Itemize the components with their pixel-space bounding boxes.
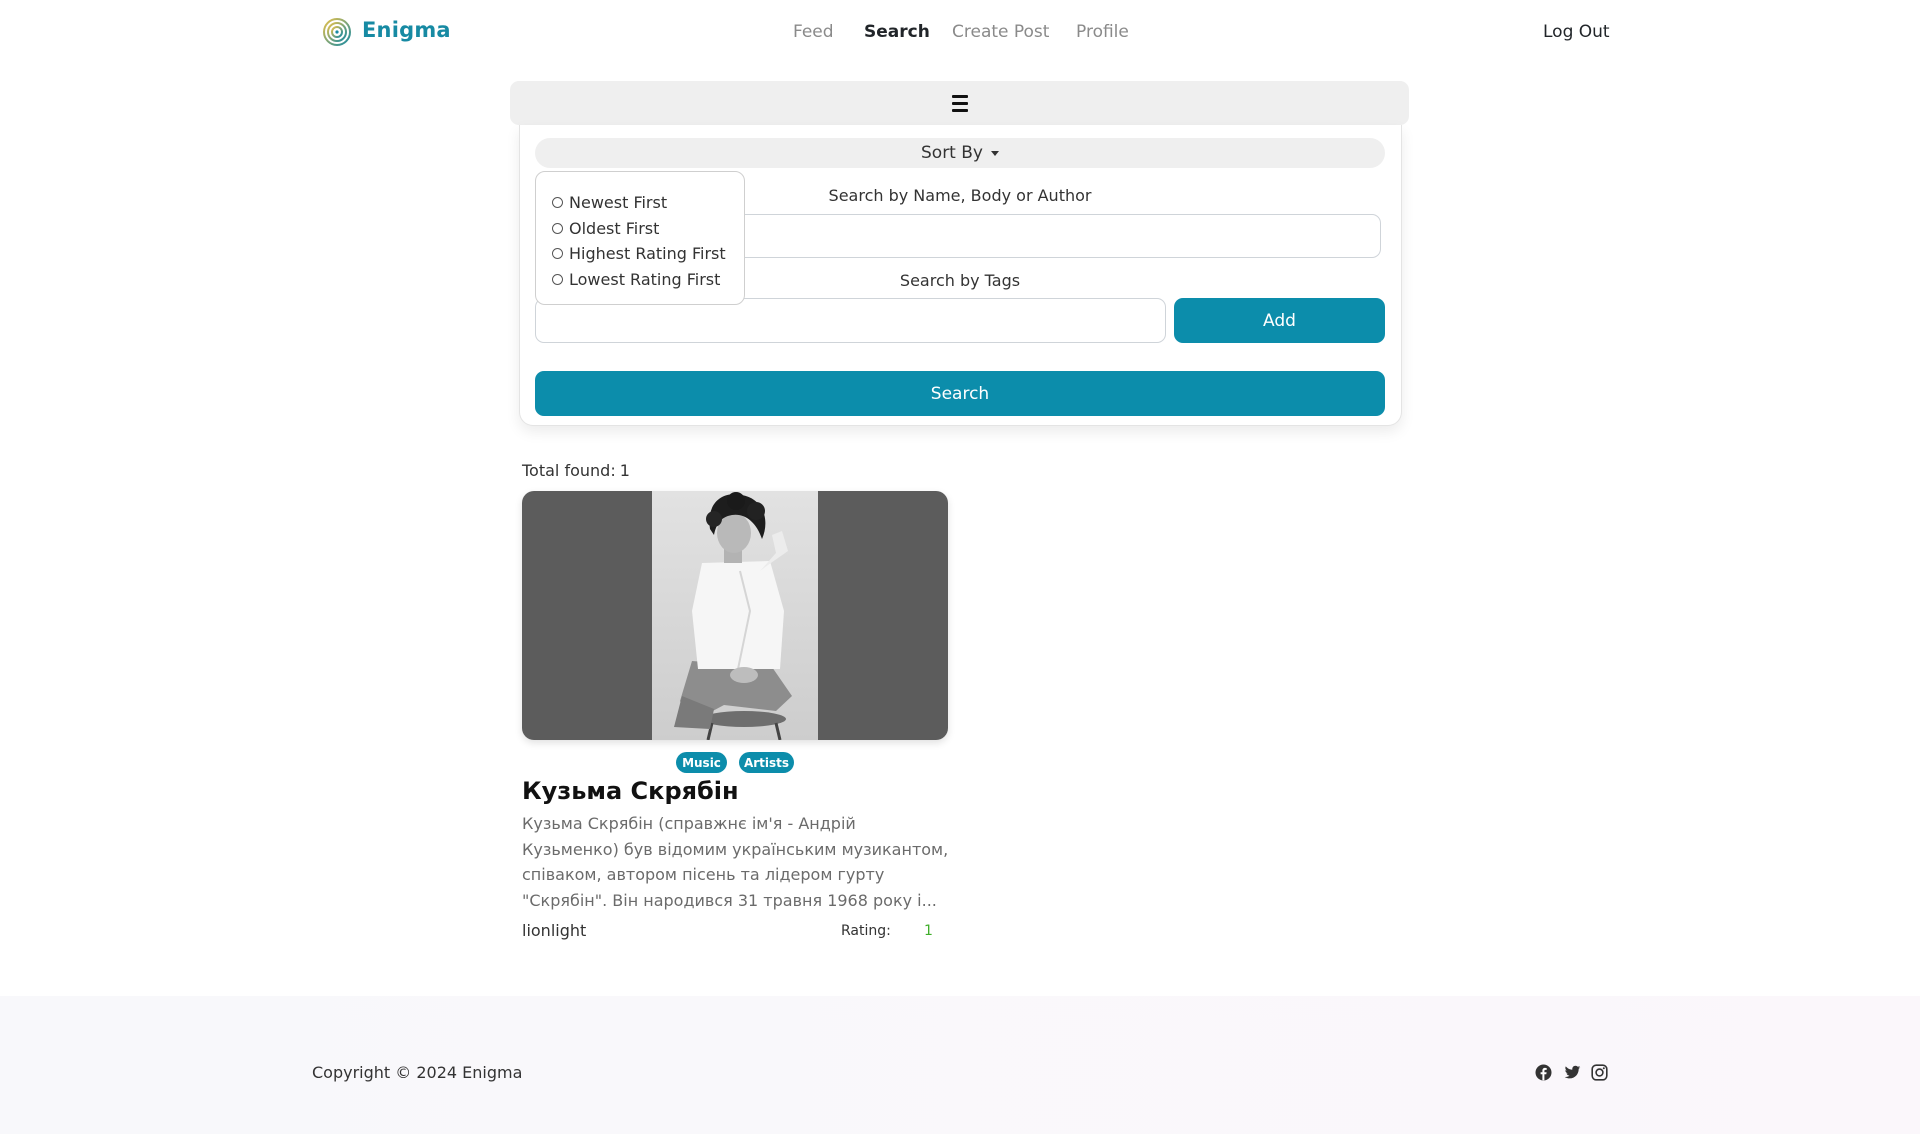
rating-value: 1: [924, 923, 933, 939]
nav-profile-link[interactable]: Profile: [1076, 22, 1129, 42]
post-title[interactable]: Кузьма Скрябін: [522, 777, 739, 805]
total-found-count: 1: [619, 461, 630, 480]
post-image[interactable]: [522, 491, 948, 740]
sort-option-lowest-rating[interactable]: Lowest Rating First: [536, 267, 744, 293]
caret-down-icon: [990, 150, 999, 156]
sort-option-label: Oldest First: [569, 218, 660, 238]
post-author[interactable]: lionlight: [522, 921, 586, 940]
sort-option-label: Lowest Rating First: [569, 269, 721, 289]
instagram-icon[interactable]: [1591, 1064, 1608, 1081]
facebook-icon[interactable]: [1535, 1064, 1552, 1081]
sort-option-oldest[interactable]: Oldest First: [536, 216, 744, 242]
radio-icon[interactable]: [552, 197, 563, 209]
tag-badge-artists[interactable]: Artists: [739, 752, 794, 773]
sort-by-dropdown[interactable]: Sort By: [535, 138, 1385, 168]
sort-options-menu: Newest First Oldest First Highest Rating…: [535, 171, 745, 305]
search-button[interactable]: Search: [535, 371, 1385, 416]
sort-option-label: Newest First: [569, 193, 668, 213]
sort-option-label: Highest Rating First: [569, 244, 726, 264]
total-found-label: Total found:: [522, 461, 616, 480]
copyright-text: Copyright © 2024 Enigma: [312, 1063, 523, 1082]
footer: [0, 996, 1920, 1134]
brand-name[interactable]: Enigma: [362, 18, 451, 42]
twitter-icon[interactable]: [1564, 1064, 1581, 1081]
nav-feed-link[interactable]: Feed: [793, 22, 834, 42]
rating-label: Rating:: [841, 923, 891, 939]
total-found-text: Total found: 1: [522, 461, 630, 480]
logout-link[interactable]: Log Out: [1543, 22, 1610, 42]
radio-icon[interactable]: [552, 222, 563, 234]
post-photo: [652, 491, 818, 740]
nav-create-post-link[interactable]: Create Post: [952, 22, 1049, 42]
tag-badge-music[interactable]: Music: [676, 752, 727, 773]
brand-logo-icon[interactable]: [322, 16, 352, 48]
post-excerpt: Кузьма Скрябін (справжнє ім'я - Андрій К…: [522, 814, 949, 910]
sort-option-highest-rating[interactable]: Highest Rating First: [536, 241, 744, 267]
add-tag-button[interactable]: Add: [1174, 298, 1385, 343]
hamburger-icon: [951, 94, 968, 112]
radio-icon[interactable]: [552, 248, 563, 260]
sort-by-label: Sort By: [921, 143, 983, 163]
filter-toggle-button[interactable]: [510, 81, 1409, 125]
nav-search-link[interactable]: Search: [864, 22, 930, 42]
sort-option-newest[interactable]: Newest First: [536, 190, 744, 216]
radio-icon[interactable]: [552, 273, 563, 285]
